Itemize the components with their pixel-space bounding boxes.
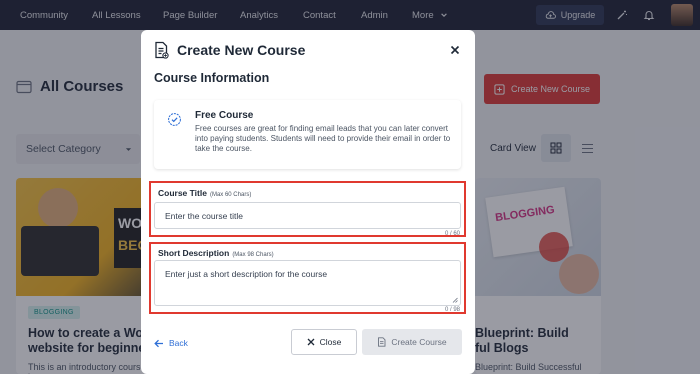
info-title: Free Course — [195, 110, 254, 121]
create-course-button[interactable]: Create Course — [362, 329, 462, 355]
back-button[interactable]: Back — [154, 338, 188, 348]
close-icon — [307, 338, 315, 346]
course-title-counter: 0 / 60 — [444, 231, 460, 237]
short-description-hint: (Max 98 Chars) — [232, 252, 274, 258]
short-description-label-text: Short Description — [158, 248, 230, 258]
short-description-label: Short Description (Max 98 Chars) — [158, 248, 274, 258]
course-title-label: Course Title (Max 60 Chars) — [158, 188, 251, 198]
modal-header: Create New Course — [153, 41, 305, 59]
info-text: Free courses are great for finding email… — [195, 124, 451, 153]
course-title-placeholder: Enter the course title — [165, 211, 243, 221]
arrow-left-icon — [154, 339, 163, 347]
close-label: Close — [319, 337, 342, 347]
back-label: Back — [169, 338, 188, 348]
free-course-info-box: Free Course Free courses are great for f… — [154, 100, 461, 169]
course-title-label-text: Course Title — [158, 188, 207, 198]
close-icon[interactable] — [447, 42, 463, 58]
create-course-label: Create Course — [391, 337, 447, 347]
short-description-placeholder: Enter just a short description for the c… — [165, 269, 328, 279]
document-icon — [378, 337, 386, 347]
course-title-highlight: Course Title (Max 60 Chars) Enter the cou… — [149, 181, 466, 237]
resize-handle-icon[interactable] — [452, 297, 458, 303]
create-course-modal: Create New Course Course Information Fre… — [141, 30, 475, 374]
short-description-highlight: Short Description (Max 98 Chars) Enter ju… — [149, 242, 466, 314]
close-button[interactable]: Close — [291, 329, 357, 355]
section-title: Course Information — [154, 71, 270, 85]
modal-title: Create New Course — [177, 42, 306, 58]
course-title-input[interactable]: Enter the course title — [154, 202, 461, 229]
short-description-counter: 0 / 98 — [444, 307, 460, 313]
short-description-textarea[interactable]: Enter just a short description for the c… — [154, 260, 461, 306]
badge-check-icon — [168, 113, 181, 126]
document-icon — [155, 41, 169, 59]
course-title-hint: (Max 60 Chars) — [209, 192, 252, 198]
